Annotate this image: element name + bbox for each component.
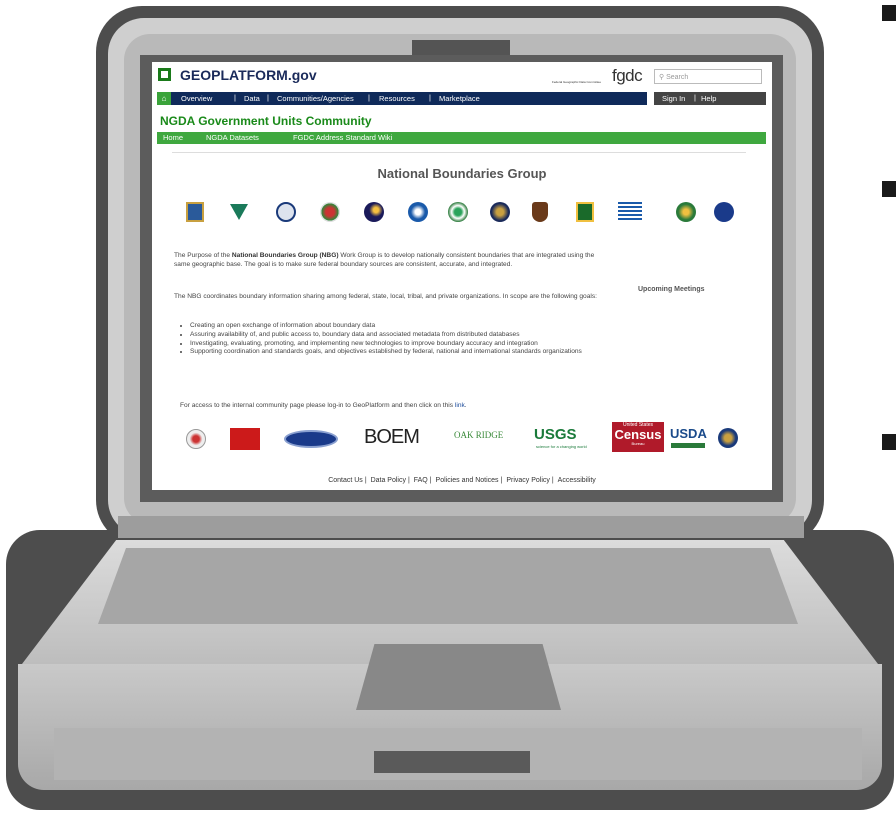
oak-ridge-logo[interactable]: OAK RIDGE <box>454 430 503 440</box>
search-placeholder: Search <box>666 74 689 81</box>
subnav-home[interactable]: Home <box>163 133 183 142</box>
nps-arrowhead-icon[interactable] <box>532 202 548 222</box>
intro-paragraph: The Purpose of the National Boundaries G… <box>174 252 606 270</box>
nav-separator: | <box>368 93 370 102</box>
nav-separator: | <box>429 93 431 102</box>
account-bar: Sign In | Help <box>654 92 766 105</box>
laptop-hinge <box>118 516 804 538</box>
nav-data[interactable]: Data <box>244 94 260 103</box>
nav-resources[interactable]: Resources <box>379 94 415 103</box>
access-note: For access to the internal community pag… <box>180 402 467 409</box>
dot-seal-icon[interactable] <box>718 428 738 448</box>
edge-marker <box>882 5 896 21</box>
partner-logos <box>186 426 206 452</box>
footer-contact[interactable]: Contact Us <box>328 477 363 484</box>
census-name: Census <box>614 427 662 442</box>
epa-seal-icon[interactable] <box>448 202 468 222</box>
fgdc-logo[interactable]: fgdc <box>612 66 643 86</box>
intro-bold: National Boundaries Group (NBG) <box>231 252 339 259</box>
laptop-keyboard-area <box>98 548 798 624</box>
census-logo[interactable]: United States Census Bureau <box>612 422 664 452</box>
list-item: Creating an open exchange of information… <box>190 322 620 331</box>
nav-separator: | <box>234 93 236 102</box>
footer-faq[interactable]: FAQ <box>414 477 428 484</box>
dos-seal-icon[interactable] <box>186 429 206 449</box>
edge-marker <box>882 181 896 197</box>
laptop-trackpad <box>356 644 561 710</box>
nasa-logo-icon[interactable] <box>714 202 734 222</box>
footer-policies[interactable]: Policies and Notices <box>436 477 499 484</box>
agency-logos <box>152 202 772 224</box>
usgs-tagline: science for a changing world <box>536 444 587 449</box>
access-end: . <box>464 402 467 409</box>
nav-marketplace[interactable]: Marketplace <box>439 94 480 103</box>
footer-privacy[interactable]: Privacy Policy <box>506 477 550 484</box>
usda-logo[interactable]: USDA <box>670 426 707 441</box>
edge-marker <box>882 434 896 450</box>
site-footer: Contact Us | Data Policy | FAQ | Policies a… <box>328 477 596 484</box>
nav-separator: | <box>694 93 696 102</box>
nav-communities[interactable]: Communities/Agencies <box>277 94 354 103</box>
noaa-seal-icon[interactable] <box>408 202 428 222</box>
search-input[interactable]: ⚲ Search <box>654 69 762 84</box>
screen: GEOPLATFORM.gov Federal Geographic Data … <box>152 62 772 490</box>
fgdc-tagline: Federal Geographic Data Committee <box>552 80 602 84</box>
community-link[interactable]: link <box>455 402 465 409</box>
usgs-seal-icon[interactable] <box>364 202 384 222</box>
doe-seal-icon[interactable] <box>676 202 696 222</box>
coordination-paragraph: The NBG coordinates boundary information… <box>174 293 597 300</box>
page-title: National Boundaries Group <box>377 166 547 181</box>
va-seal-icon[interactable] <box>490 202 510 222</box>
boem-logo[interactable]: BOEM <box>364 426 420 449</box>
list-item: Assuring availability of, and public acc… <box>190 331 620 340</box>
noaa-waves-icon[interactable] <box>618 202 642 222</box>
dhs-seal-icon[interactable] <box>276 202 296 222</box>
site-logo[interactable]: GEOPLATFORM.gov <box>180 67 317 83</box>
usace-castle-icon[interactable] <box>230 428 260 450</box>
forest-service-icon[interactable] <box>576 202 594 222</box>
subnav-fgdc-wiki[interactable]: FGDC Address Standard Wiki <box>293 133 392 142</box>
subnav-ngda-datasets[interactable]: NGDA Datasets <box>206 133 259 142</box>
site-header: GEOPLATFORM.gov Federal Geographic Data … <box>152 62 772 92</box>
divider <box>172 152 746 153</box>
usgs-logo[interactable]: USGS <box>534 426 577 443</box>
access-text: For access to the internal community pag… <box>180 402 455 409</box>
usda-swoosh <box>671 443 705 448</box>
blm-icon[interactable] <box>230 204 248 220</box>
usda-fs-oval-icon[interactable] <box>284 430 338 448</box>
upcoming-meetings-heading: Upcoming Meetings <box>638 286 705 293</box>
list-item: Investigating, evaluating, promoting, an… <box>190 340 620 349</box>
geoplatform-logo-icon[interactable] <box>158 68 171 81</box>
nav-separator: | <box>267 93 269 102</box>
home-icon[interactable]: ⌂ <box>157 92 171 105</box>
footer-accessibility[interactable]: Accessibility <box>558 477 596 484</box>
main-nav: ⌂ Overview | Data | Communities/Agencies… <box>157 92 647 105</box>
list-item: Supporting coordination and standards go… <box>190 348 620 357</box>
ibwc-seal-icon[interactable] <box>320 202 340 222</box>
signin-link[interactable]: Sign In <box>662 94 685 103</box>
footer-data-policy[interactable]: Data Policy <box>371 477 406 484</box>
interior-seal-icon[interactable] <box>186 202 204 222</box>
community-title: NGDA Government Units Community <box>160 114 372 128</box>
intro-pre: The Purpose of the <box>174 252 232 259</box>
nav-overview[interactable]: Overview <box>181 94 212 103</box>
laptop-notch <box>374 751 530 773</box>
goals-list: Creating an open exchange of information… <box>182 322 620 357</box>
community-subnav: Home NGDA Datasets FGDC Address Standard… <box>157 132 766 144</box>
help-link[interactable]: Help <box>701 94 716 103</box>
